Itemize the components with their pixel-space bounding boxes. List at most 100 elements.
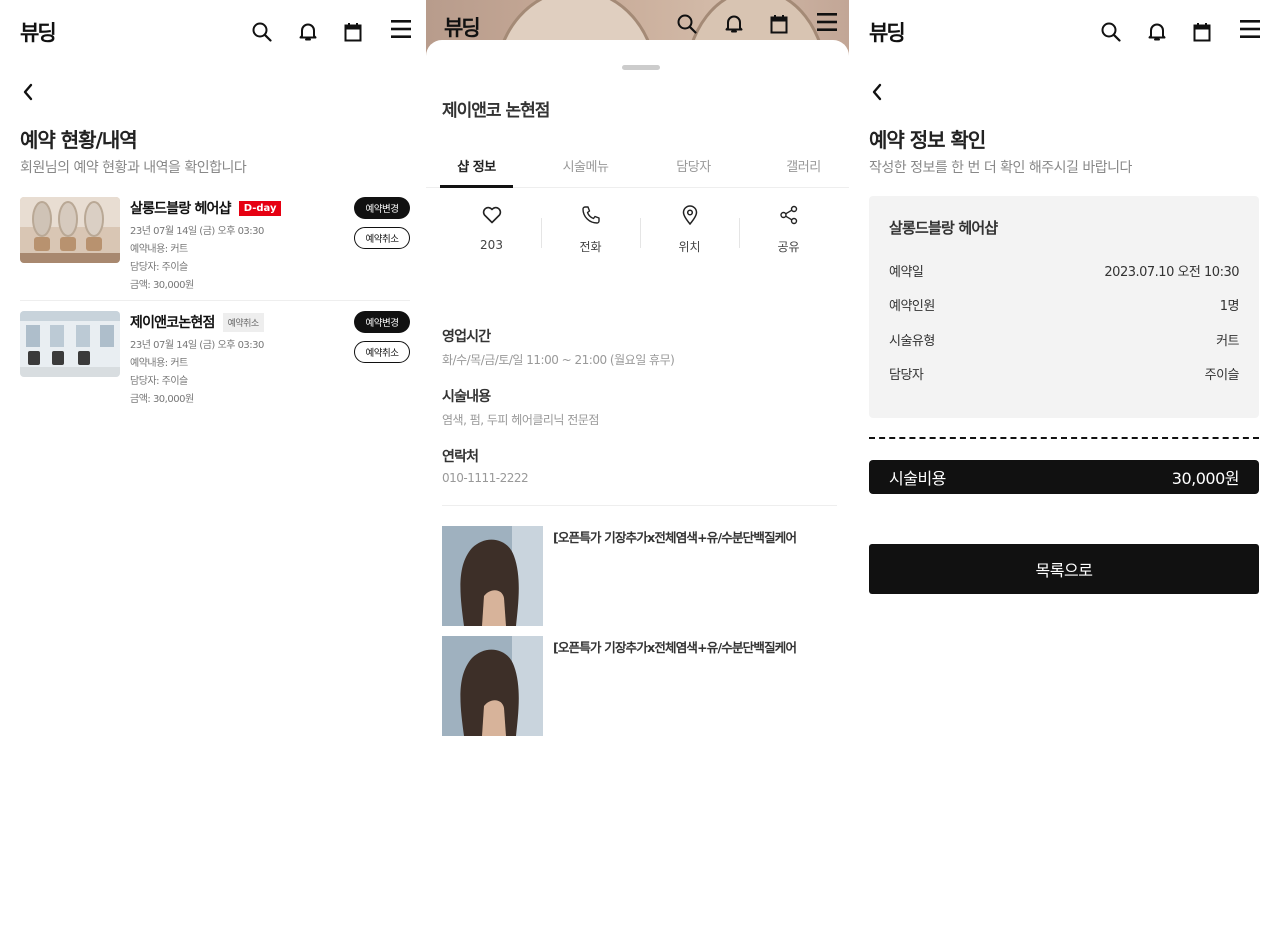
shop-name-text: 제이앤코논현점 — [130, 315, 215, 331]
tab-staff[interactable]: 담당자 — [656, 156, 731, 175]
location-button[interactable]: 위치 — [640, 200, 739, 255]
card-shop-name: 살롱드블랑 헤어샵 — [889, 219, 998, 237]
dday-badge: D-day — [238, 200, 282, 216]
call-label: 전화 — [579, 240, 602, 254]
location-pin-icon — [640, 200, 739, 230]
location-label: 위치 — [678, 240, 701, 254]
product-image — [442, 526, 543, 626]
app-header: 뷰딩 — [0, 0, 426, 60]
booking-shop-name: 살롱드블랑 헤어샵 D-day — [130, 198, 282, 218]
share-icon — [739, 200, 838, 230]
share-button[interactable]: 공유 — [739, 200, 838, 255]
app-logo[interactable]: 뷰딩 — [20, 17, 57, 47]
share-label: 공유 — [777, 240, 800, 254]
salon-thumbnail — [20, 197, 120, 263]
booking-staff: 담당자: 주이슬 — [130, 262, 188, 273]
row-label: 담당자 — [889, 368, 924, 383]
app-logo[interactable]: 뷰딩 — [869, 17, 906, 47]
heart-icon — [442, 200, 541, 230]
like-button[interactable]: 203 — [442, 200, 541, 252]
booking-info-card: 살롱드블랑 헤어샵 예약일 2023.07.10 오전 10:30 예약인원 1명 … — [869, 196, 1259, 418]
info-row-people: 예약인원 1명 — [889, 295, 1240, 314]
booking-price: 금액: 30,000원 — [130, 394, 194, 405]
back-to-list-button[interactable]: 목록으로 — [869, 544, 1259, 594]
app-header: 뷰딩 — [849, 0, 1287, 60]
row-value: 1명 — [1219, 299, 1240, 314]
cost-label: 시술비용 — [889, 469, 946, 488]
product-item[interactable]: [오픈특가 기장추가x전체염색+유/수분단백질케어 — [442, 636, 837, 736]
menu-icon[interactable] — [389, 17, 413, 41]
shop-detail-screen: 뷰딩 제이앤코 논현점 샵 정보 시술메뉴 담당자 갤러리 203 전화 위치 — [426, 0, 849, 931]
info-row-date: 예약일 2023.07.10 오전 10:30 — [889, 261, 1239, 280]
product-image — [442, 636, 543, 736]
change-booking-button[interactable]: 예약변경 — [354, 197, 410, 219]
phone-icon — [541, 200, 640, 230]
info-row-type: 시술유형 커트 — [889, 330, 1239, 349]
shop-tabs: 샵 정보 시술메뉴 담당자 갤러리 — [426, 146, 849, 188]
menu-icon[interactable] — [1238, 17, 1262, 41]
divider — [442, 505, 837, 506]
tab-menu[interactable]: 시술메뉴 — [548, 156, 623, 175]
search-icon[interactable] — [675, 12, 699, 36]
booking-confirm-screen: 뷰딩 예약 정보 확인 작성한 정보를 한 번 더 확인 해주시길 바랍니다 살… — [849, 0, 1287, 931]
info-row-staff: 담당자 주이슬 — [889, 364, 1240, 383]
row-label: 시술유형 — [889, 334, 935, 349]
hours-value: 화/수/목/금/토/일 11:00 ~ 21:00 (월요일 휴무) — [442, 353, 675, 367]
tab-gallery[interactable]: 갤러리 — [766, 156, 841, 175]
booking-content: 예약내용: 커트 — [130, 358, 188, 369]
row-value: 주이슬 — [1204, 368, 1240, 383]
booking-staff: 담당자: 주이슬 — [130, 376, 188, 387]
back-arrow-icon[interactable] — [16, 80, 40, 104]
row-value: 커트 — [1216, 334, 1239, 349]
services-title: 시술내용 — [442, 389, 491, 405]
calendar-icon[interactable] — [767, 12, 791, 36]
divider — [20, 300, 410, 301]
menu-icon[interactable] — [815, 10, 839, 34]
active-tab-indicator — [440, 185, 513, 188]
contact-value[interactable]: 010-1111-2222 — [442, 471, 529, 485]
sheet-drag-handle[interactable] — [622, 65, 660, 70]
booking-list-screen: 뷰딩 예약 현황/내역 회원님의 예약 현황과 내역을 확인합니다 살롱드블랑 … — [0, 0, 426, 931]
booking-item[interactable]: 제이앤코논현점 예약취소 23년 07월 14일 (금) 오후 03:30 예약내… — [20, 311, 410, 415]
calendar-icon[interactable] — [1190, 20, 1214, 44]
tab-shop-info[interactable]: 샵 정보 — [440, 156, 513, 175]
bell-icon[interactable] — [722, 12, 746, 36]
call-button[interactable]: 전화 — [541, 200, 640, 255]
calendar-icon[interactable] — [341, 20, 365, 44]
contact-title: 연락처 — [442, 449, 479, 465]
cost-value: 30,000원 — [1171, 469, 1240, 488]
cancel-booking-button[interactable]: 예약취소 — [354, 341, 410, 363]
page-title: 예약 정보 확인 — [869, 128, 986, 152]
salon-thumbnail — [20, 311, 120, 377]
shop-actions: 203 전화 위치 공유 — [442, 200, 837, 260]
search-icon[interactable] — [250, 20, 274, 44]
cancel-booking-button[interactable]: 예약취소 — [354, 227, 410, 249]
dashed-divider — [869, 437, 1259, 439]
row-label: 예약일 — [889, 265, 924, 280]
app-logo[interactable]: 뷰딩 — [444, 12, 481, 42]
like-count: 203 — [480, 238, 503, 252]
booking-content: 예약내용: 커트 — [130, 244, 188, 255]
search-icon[interactable] — [1099, 20, 1123, 44]
page-title: 예약 현황/내역 — [20, 128, 138, 152]
cancelled-badge: 예약취소 — [222, 312, 264, 332]
bell-icon[interactable] — [1145, 20, 1169, 44]
row-value: 2023.07.10 오전 10:30 — [1104, 265, 1239, 280]
row-label: 예약인원 — [889, 299, 935, 314]
booking-price: 금액: 30,000원 — [130, 280, 194, 291]
shop-name-text: 살롱드블랑 헤어샵 — [130, 201, 232, 217]
product-item[interactable]: [오픈특가 기장추가x전체염색+유/수분단백질케어 — [442, 526, 837, 626]
bell-icon[interactable] — [296, 20, 320, 44]
change-booking-button[interactable]: 예약변경 — [354, 311, 410, 333]
services-value: 염색, 펌, 두피 헤어클리닉 전문점 — [442, 413, 599, 427]
product-title: [오픈특가 기장추가x전체염색+유/수분단백질케어 — [553, 640, 797, 655]
page-subtitle: 작성한 정보를 한 번 더 확인 해주시길 바랍니다 — [869, 160, 1132, 176]
cost-summary: 시술비용 30,000원 — [869, 460, 1259, 494]
hours-title: 영업시간 — [442, 329, 491, 345]
back-arrow-icon[interactable] — [865, 80, 889, 104]
shop-name: 제이앤코 논현점 — [442, 101, 550, 121]
page-subtitle: 회원님의 예약 현황과 내역을 확인합니다 — [20, 160, 247, 176]
booking-item[interactable]: 살롱드블랑 헤어샵 D-day 23년 07월 14일 (금) 오후 03:30 … — [20, 197, 410, 301]
booking-date: 23년 07월 14일 (금) 오후 03:30 — [130, 340, 264, 351]
product-title: [오픈특가 기장추가x전체염색+유/수분단백질케어 — [553, 530, 797, 545]
